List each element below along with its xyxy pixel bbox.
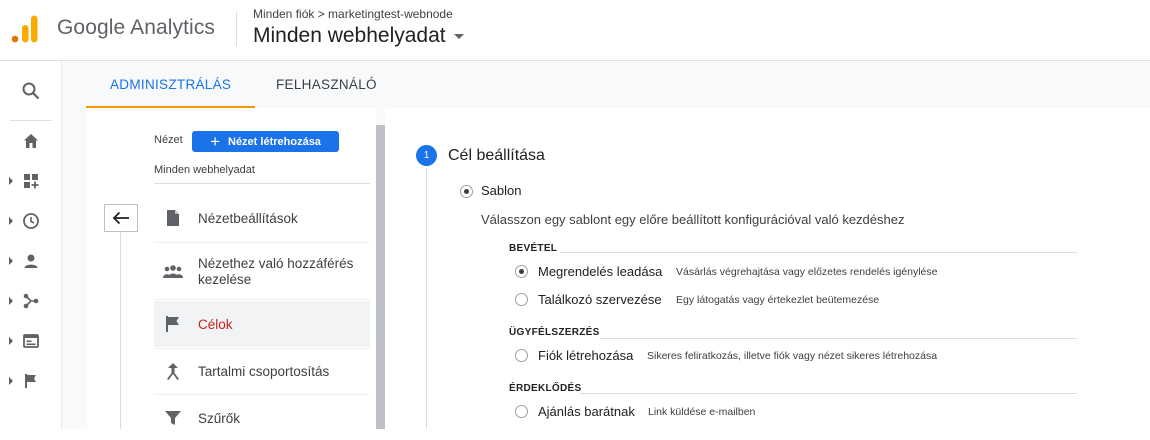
step-line xyxy=(426,168,427,429)
category-divider xyxy=(600,338,1077,339)
refer-friend-description: Link küldése e-mailben xyxy=(648,406,756,418)
refer-friend-label[interactable]: Ajánlás barátnak xyxy=(538,404,635,419)
realtime-button[interactable] xyxy=(0,203,61,239)
admin-tabs: ADMINISZTRÁLÁS FELHASZNÁLÓ xyxy=(62,61,1150,108)
expand-arrow-icon xyxy=(9,217,13,225)
menu-item-label: Szűrők xyxy=(198,410,241,426)
category-divider xyxy=(560,252,1077,253)
category-divider xyxy=(580,393,1077,394)
display-icon xyxy=(22,334,39,348)
menu-divider xyxy=(154,299,370,300)
document-icon xyxy=(162,207,184,229)
menu-item-filters[interactable]: Szűrők xyxy=(154,396,370,440)
arrow-left-icon xyxy=(112,211,129,225)
menu-divider xyxy=(154,242,370,243)
schedule-appointment-description: Egy látogatás vagy értekezlet beütemezés… xyxy=(676,294,880,306)
customization-button[interactable] xyxy=(0,163,61,199)
schedule-appointment-label[interactable]: Találkozó szervezése xyxy=(538,292,662,307)
rail-divider xyxy=(10,120,52,121)
expand-arrow-icon xyxy=(9,177,13,185)
flag-icon xyxy=(24,374,36,388)
menu-item-label: Nézetbeállítások xyxy=(198,210,298,226)
create-account-radio[interactable] xyxy=(515,349,528,362)
view-selector[interactable]: Minden webhelyadat xyxy=(253,24,464,48)
tab-user[interactable]: FELHASZNÁLÓ xyxy=(252,61,401,108)
template-description: Válasszon egy sablont egy előre beállíto… xyxy=(481,212,905,227)
conversions-button[interactable] xyxy=(0,363,61,399)
expand-arrow-icon xyxy=(9,257,13,265)
view-label: Nézet xyxy=(154,134,183,146)
flag-icon xyxy=(162,313,184,335)
create-view-label: Nézet létrehozása xyxy=(228,135,321,148)
grouping-icon xyxy=(162,360,184,382)
place-order-radio[interactable] xyxy=(515,265,528,278)
create-account-label[interactable]: Fiók létrehozása xyxy=(538,348,633,363)
search-icon xyxy=(22,82,39,100)
people-icon xyxy=(162,261,184,283)
menu-item-view-settings[interactable]: Nézetbeállítások xyxy=(154,195,370,241)
header-divider xyxy=(236,12,237,46)
person-icon xyxy=(24,254,37,268)
template-radio[interactable] xyxy=(460,185,473,198)
left-rail xyxy=(0,61,62,429)
category-heading: BEVÉTEL xyxy=(509,243,558,254)
menu-item-content-grouping[interactable]: Tartalmi csoportosítás xyxy=(154,349,370,393)
step-number-badge: 1 xyxy=(416,145,437,166)
analytics-logo-icon[interactable] xyxy=(10,14,40,44)
view-select-underline xyxy=(154,183,370,184)
acquisition-icon xyxy=(23,293,38,309)
account-breadcrumb[interactable]: Minden fiók > marketingtest-webnode xyxy=(253,7,453,21)
expand-arrow-icon xyxy=(9,337,13,345)
top-header: Google Analytics Minden fiók > marketing… xyxy=(0,0,1150,61)
menu-item-goals[interactable]: Célok xyxy=(154,301,370,347)
place-order-label[interactable]: Megrendelés leadása xyxy=(538,264,662,279)
menu-item-label: Tartalmi csoportosítás xyxy=(198,363,330,379)
schedule-appointment-radio[interactable] xyxy=(515,293,528,306)
menu-item-label: Célok xyxy=(198,316,233,332)
view-select[interactable]: Minden webhelyadat xyxy=(154,164,255,176)
search-button[interactable] xyxy=(0,73,61,109)
create-account-description: Sikeres feliratkozás, illetve fiók vagy … xyxy=(647,350,938,362)
step-title: Cél beállítása xyxy=(448,147,545,164)
audience-button[interactable] xyxy=(0,243,61,279)
behavior-button[interactable] xyxy=(0,323,61,359)
expand-arrow-icon xyxy=(9,297,13,305)
app-title: Google Analytics xyxy=(57,16,216,39)
template-label[interactable]: Sablon xyxy=(481,183,521,198)
tab-admin[interactable]: ADMINISZTRÁLÁS xyxy=(86,61,256,108)
back-button[interactable] xyxy=(104,204,138,232)
filter-icon xyxy=(162,407,184,429)
expand-arrow-icon xyxy=(9,377,13,385)
caret-down-icon xyxy=(453,33,464,39)
dashboard-add-icon xyxy=(23,174,38,189)
back-guide-line xyxy=(120,232,121,429)
home-icon xyxy=(23,134,38,148)
create-view-button[interactable]: + Nézet létrehozása xyxy=(192,131,339,152)
plus-icon: + xyxy=(210,132,220,151)
acquisition-button[interactable] xyxy=(0,283,61,319)
category-heading: ÜGYFÉLSZERZÉS xyxy=(509,327,600,338)
column-scrollbar[interactable] xyxy=(376,125,385,429)
category-heading: ÉRDEKLŐDÉS xyxy=(509,383,582,394)
menu-divider xyxy=(154,394,370,395)
place-order-description: Vásárlás végrehajtása vagy előzetes rend… xyxy=(676,266,938,278)
refer-friend-radio[interactable] xyxy=(515,405,528,418)
view-selector-label: Minden webhelyadat xyxy=(253,24,446,47)
menu-item-label: Nézethez való hozzáférés kezelése xyxy=(198,256,354,287)
clock-icon xyxy=(22,213,39,229)
home-button[interactable] xyxy=(0,123,61,159)
menu-item-view-access[interactable]: Nézethez való hozzáférés kezelése xyxy=(154,247,370,297)
